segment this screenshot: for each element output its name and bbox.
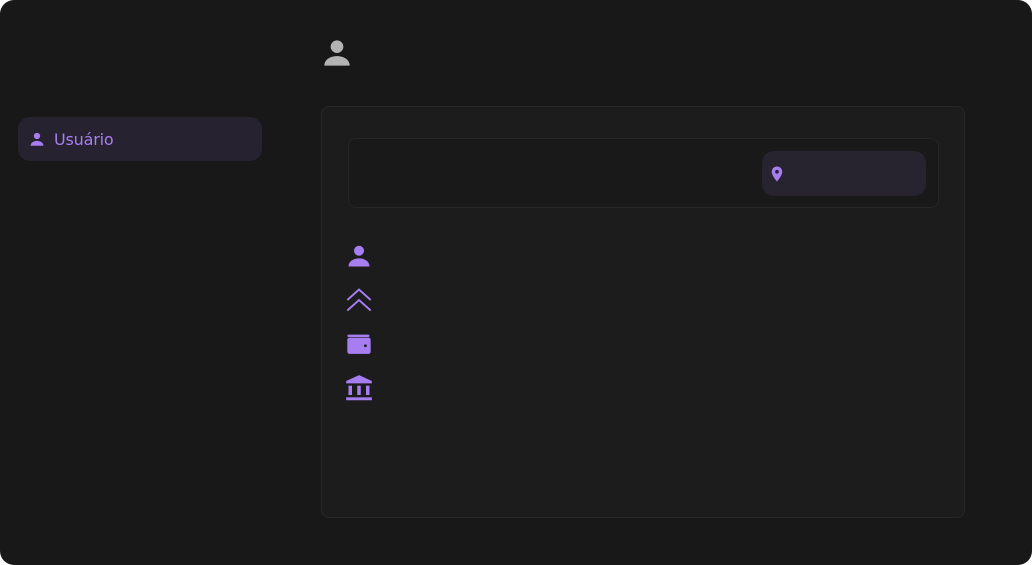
wallet-row[interactable] — [345, 330, 373, 358]
location-pin-icon — [768, 165, 786, 183]
sidebar-item-usuario[interactable]: Usuário — [18, 117, 262, 161]
main-card — [321, 106, 965, 518]
sidebar: Usuário — [18, 117, 262, 161]
location-chip[interactable] — [762, 151, 926, 196]
person-icon — [324, 40, 350, 66]
sidebar-item-label: Usuário — [54, 129, 114, 149]
person-row[interactable] — [345, 242, 373, 270]
app-window: Usuário — [0, 0, 1032, 565]
bank-icon — [346, 375, 372, 401]
location-panel — [348, 138, 939, 208]
icon-list — [345, 242, 373, 418]
wallet-icon — [347, 334, 371, 354]
double-chevron-up-icon — [346, 288, 372, 312]
bank-row[interactable] — [345, 374, 373, 402]
person-icon — [348, 245, 370, 267]
person-icon — [28, 130, 46, 148]
avatar[interactable] — [318, 34, 356, 72]
priority-row[interactable] — [345, 286, 373, 314]
